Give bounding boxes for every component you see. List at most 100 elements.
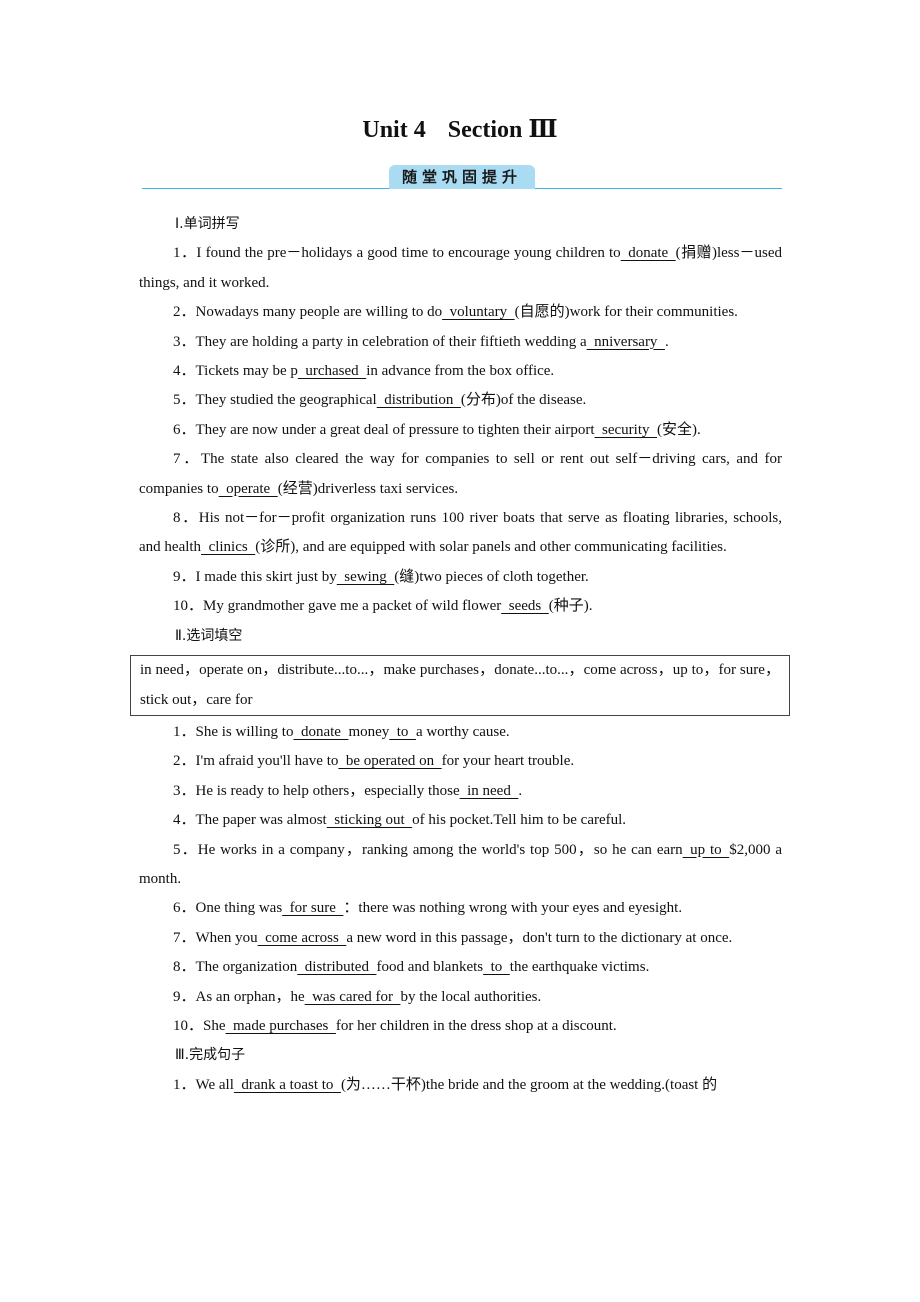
item-text: of his pocket.Tell him to be careful. xyxy=(412,812,627,829)
item-text: (诊所), and are equipped with solar panels… xyxy=(255,539,727,556)
item-text: I made this skirt just by xyxy=(195,568,337,585)
answer-blank: urchased xyxy=(297,363,367,380)
item-text: (为……干杯)the bride and the groom at the we… xyxy=(340,1076,718,1093)
item-text: One thing was xyxy=(195,900,283,917)
item-text: We all xyxy=(195,1076,234,1093)
answer-blank: made purchases xyxy=(225,1017,336,1034)
answer-blank: sticking out xyxy=(326,812,413,829)
answer-blank: was cared for xyxy=(304,988,401,1005)
answer-blank: donate xyxy=(293,723,349,740)
item-text: . xyxy=(664,333,669,350)
item-number: 7． xyxy=(173,451,201,468)
part2-item: 10．She made purchases for her children i… xyxy=(139,1012,782,1041)
item-number: 4． xyxy=(173,363,196,380)
answer-blank: operate xyxy=(218,480,278,497)
answer-blank: sewing xyxy=(336,568,395,585)
answer-blank: nniversary xyxy=(586,333,665,350)
item-text: in advance from the box office. xyxy=(366,363,555,380)
section-label: Section Ⅲ xyxy=(447,117,558,143)
item-number: 5． xyxy=(173,841,198,858)
item-text: for your heart trouble. xyxy=(441,753,575,770)
item-number: 3． xyxy=(173,782,196,799)
item-number: 8． xyxy=(173,510,199,527)
item-text: They studied the geographical xyxy=(195,392,377,409)
answer-blank: donate xyxy=(620,245,676,262)
part1-item: 6．They are now under a great deal of pre… xyxy=(139,416,782,445)
item-text: ：there was nothing wrong with your eyes … xyxy=(343,900,683,917)
part1-item: 4．Tickets may be p urchased in advance f… xyxy=(139,357,782,386)
item-text: He works in a company，ranking among the … xyxy=(197,841,683,858)
part2-item: 1．She is willing to donate money to a wo… xyxy=(139,718,782,747)
part1-item: 3．They are holding a party in celebratio… xyxy=(139,328,782,357)
part2-item: 5．He works in a company，ranking among th… xyxy=(139,836,782,895)
item-number: 9． xyxy=(173,568,196,585)
item-text: The organization xyxy=(195,959,298,976)
item-text: She is willing to xyxy=(195,723,294,740)
item-text: food and blankets xyxy=(376,959,484,976)
part1-list: 1．I found the pre－holidays a good time t… xyxy=(139,239,782,621)
part2-item: 6．One thing was for sure ：there was noth… xyxy=(139,894,782,923)
part3-heading: Ⅲ.完成句子 xyxy=(175,1047,246,1064)
part2-item: 9．As an orphan，he was cared for by the l… xyxy=(139,983,782,1012)
item-text: (自愿的)work for their communities. xyxy=(514,304,738,321)
part2-item: 4．The paper was almost sticking out of h… xyxy=(139,806,782,835)
item-number: 5． xyxy=(173,392,196,409)
item-text: (种子). xyxy=(548,598,593,615)
item-text: the earthquake victims. xyxy=(509,959,650,976)
answer-blank: distributed xyxy=(297,959,377,976)
item-text: (安全). xyxy=(657,421,701,438)
item-text: When you xyxy=(195,929,258,946)
page-title: Unit 4 Section Ⅲ xyxy=(0,114,920,144)
answer-blank: for sure xyxy=(282,900,344,917)
item-number: 10． xyxy=(173,598,204,615)
item-text: As an orphan，he xyxy=(195,988,305,1005)
item-text: Tickets may be p xyxy=(195,363,298,380)
part1-item: 9．I made this skirt just by sewing (缝)tw… xyxy=(139,563,782,592)
part2-item: 7．When you come across a new word in thi… xyxy=(139,924,782,953)
answer-blank: distribution xyxy=(376,392,461,409)
part2-item: 3．He is ready to help others，especially … xyxy=(139,777,782,806)
item-text: . xyxy=(518,782,523,799)
item-text: I'm afraid you'll have to xyxy=(195,753,339,770)
item-text: I found the pre－holidays a good time to … xyxy=(196,245,621,262)
part1-item: 1．I found the pre－holidays a good time t… xyxy=(139,239,782,298)
answer-blank: be operated on xyxy=(338,753,442,770)
item-number: 1． xyxy=(173,723,196,740)
part1-item: 8．His not－for－profit organization runs 1… xyxy=(139,504,782,563)
item-text: money xyxy=(348,723,390,740)
part2-list: 1．She is willing to donate money to a wo… xyxy=(139,718,782,1041)
item-number: 8． xyxy=(173,959,196,976)
item-number: 1． xyxy=(173,1076,196,1093)
document-body: Ⅰ.单词拼写 1．I found the pre－holidays a good… xyxy=(130,210,790,1100)
item-number: 6． xyxy=(173,900,196,917)
part2-item: 2．I'm afraid you'll have to be operated … xyxy=(139,747,782,776)
item-number: 6． xyxy=(173,421,196,438)
part2-heading: Ⅱ.选词填空 xyxy=(175,627,243,644)
part1-item: 7．The state also cleared the way for com… xyxy=(139,445,782,504)
answer-blank: drank a toast to xyxy=(233,1076,341,1093)
item-text: (分布)of the disease. xyxy=(460,392,587,409)
item-text: (经营)driverless taxi services. xyxy=(277,480,459,497)
item-text: He is ready to help others，especially th… xyxy=(195,782,460,799)
item-text: (缝)two pieces of cloth together. xyxy=(394,568,589,585)
item-number: 9． xyxy=(173,988,196,1005)
item-text: for her children in the dress shop at a … xyxy=(335,1017,617,1034)
item-text: They are now under a great deal of press… xyxy=(195,421,595,438)
part3-list: 1．We all drank a toast to (为……干杯)the bri… xyxy=(139,1071,782,1100)
item-text: by the local authorities. xyxy=(400,988,542,1005)
answer-blank: to xyxy=(389,723,416,740)
item-number: 2． xyxy=(173,753,196,770)
answer-blank: come across xyxy=(257,929,347,946)
unit-label: Unit 4 xyxy=(362,117,426,143)
part1-item: 5．They studied the geographical distribu… xyxy=(139,386,782,415)
answer-blank: voluntary xyxy=(442,304,515,321)
answer-blank: clinics xyxy=(201,539,256,556)
item-number: 1． xyxy=(173,245,197,262)
section-banner: 随堂巩固提升 xyxy=(389,165,535,189)
item-number: 3． xyxy=(173,333,196,350)
item-number: 7． xyxy=(173,929,196,946)
part1-item: 10．My grandmother gave me a packet of wi… xyxy=(139,592,782,621)
item-text: She xyxy=(203,1017,226,1034)
answer-blank: up to xyxy=(682,841,730,858)
item-text: a new word in this passage，don't turn to… xyxy=(346,929,733,946)
